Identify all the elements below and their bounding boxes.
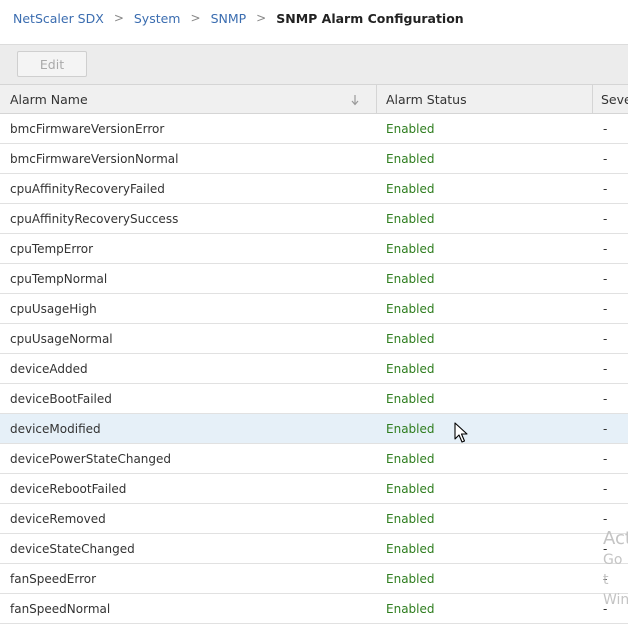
severity-cell: - <box>603 151 608 166</box>
breadcrumb-item-netscaler-sdx[interactable]: NetScaler SDX <box>13 11 104 26</box>
table-row[interactable]: deviceRebootFailed Enabled - <box>0 474 628 504</box>
table-row[interactable]: deviceAdded Enabled - <box>0 354 628 384</box>
alarm-name-cell: bmcFirmwareVersionError <box>10 121 165 136</box>
table-row[interactable]: cpuUsageNormal Enabled - <box>0 324 628 354</box>
alarm-name-cell: cpuTempNormal <box>10 271 108 286</box>
column-header-alarm-status[interactable]: Alarm Status <box>377 85 593 113</box>
sort-down-arrow-icon[interactable] <box>350 94 360 106</box>
alarm-name-cell: deviceRemoved <box>10 511 106 526</box>
severity-cell: - <box>603 361 608 376</box>
table-row[interactable]: deviceBootFailed Enabled - <box>0 384 628 414</box>
table-row[interactable]: fanSpeedError Enabled - <box>0 564 628 594</box>
alarm-name-cell: deviceStateChanged <box>10 541 135 556</box>
alarm-name-cell: deviceRebootFailed <box>10 481 127 496</box>
alarm-status-cell: Enabled <box>386 391 435 406</box>
breadcrumb-item-system[interactable]: System <box>134 11 181 26</box>
alarm-status-cell: Enabled <box>386 241 435 256</box>
alarm-name-cell: fanSpeedError <box>10 571 97 586</box>
mouse-pointer-icon <box>454 422 468 443</box>
alarm-table: Alarm Name Alarm Status Seve bmcFirmware… <box>0 84 628 624</box>
severity-cell: - <box>603 511 608 526</box>
column-header-label: Seve <box>601 91 628 107</box>
alarm-status-cell: Enabled <box>386 571 435 586</box>
column-header-alarm-name[interactable]: Alarm Name <box>0 85 377 113</box>
severity-cell: - <box>603 181 608 196</box>
alarm-name-cell: bmcFirmwareVersionNormal <box>10 151 179 166</box>
table-header: Alarm Name Alarm Status Seve <box>0 84 628 114</box>
alarm-name-cell: cpuTempError <box>10 241 94 256</box>
alarm-status-cell: Enabled <box>386 361 435 376</box>
table-row[interactable]: bmcFirmwareVersionNormal Enabled - <box>0 144 628 174</box>
table-row[interactable]: deviceRemoved Enabled - <box>0 504 628 534</box>
page-title: SNMP Alarm Configuration <box>276 10 464 26</box>
breadcrumb-separator-icon: > <box>113 11 124 25</box>
severity-cell: - <box>603 301 608 316</box>
alarm-status-cell: Enabled <box>386 601 435 616</box>
table-row[interactable]: cpuAffinityRecoverySuccess Enabled - <box>0 204 628 234</box>
severity-cell: - <box>603 481 608 496</box>
table-row[interactable]: cpuAffinityRecoveryFailed Enabled - <box>0 174 628 204</box>
alarm-name-cell: cpuAffinityRecoveryFailed <box>10 181 165 196</box>
alarm-status-cell: Enabled <box>386 511 435 526</box>
breadcrumb-item-snmp[interactable]: SNMP <box>211 11 247 26</box>
alarm-status-cell: Enabled <box>386 301 435 316</box>
severity-cell: - <box>603 241 608 256</box>
alarm-status-cell: Enabled <box>386 541 435 556</box>
column-header-label: Alarm Name <box>10 91 88 107</box>
table-body: bmcFirmwareVersionError Enabled - bmcFirmwa… <box>0 114 628 624</box>
severity-cell: - <box>603 271 608 286</box>
alarm-name-cell: cpuUsageNormal <box>10 331 113 346</box>
column-header-label: Alarm Status <box>386 91 467 107</box>
table-row[interactable]: cpuTempError Enabled - <box>0 234 628 264</box>
alarm-status-cell: Enabled <box>386 331 435 346</box>
severity-cell: - <box>603 541 608 556</box>
table-row[interactable]: deviceStateChanged Enabled - <box>0 534 628 564</box>
alarm-status-cell: Enabled <box>386 151 435 166</box>
breadcrumb: NetScaler SDX > System > SNMP > SNMP Ala… <box>0 0 628 36</box>
alarm-name-cell: fanSpeedNormal <box>10 601 111 616</box>
severity-cell: - <box>603 421 608 436</box>
alarm-name-cell: cpuAffinityRecoverySuccess <box>10 211 179 226</box>
alarm-status-cell: Enabled <box>386 121 435 136</box>
table-row[interactable]: cpuUsageHigh Enabled - <box>0 294 628 324</box>
severity-cell: - <box>603 331 608 346</box>
alarm-name-cell: cpuUsageHigh <box>10 301 97 316</box>
table-row[interactable]: cpuTempNormal Enabled - <box>0 264 628 294</box>
toolbar: Edit <box>0 44 628 84</box>
edit-button[interactable]: Edit <box>17 51 87 77</box>
alarm-status-cell: Enabled <box>386 481 435 496</box>
severity-cell: - <box>603 121 608 136</box>
severity-cell: - <box>603 211 608 226</box>
alarm-status-cell: Enabled <box>386 181 435 196</box>
alarm-name-cell: deviceModified <box>10 421 101 436</box>
alarm-status-cell: Enabled <box>386 421 435 436</box>
alarm-name-cell: deviceAdded <box>10 361 88 376</box>
breadcrumb-separator-icon: > <box>190 11 201 25</box>
table-row[interactable]: bmcFirmwareVersionError Enabled - <box>0 114 628 144</box>
severity-cell: - <box>603 571 608 586</box>
alarm-status-cell: Enabled <box>386 451 435 466</box>
table-row[interactable]: deviceModified Enabled - <box>0 414 628 444</box>
severity-cell: - <box>603 451 608 466</box>
alarm-name-cell: deviceBootFailed <box>10 391 112 406</box>
column-header-severity[interactable]: Seve <box>593 85 628 113</box>
severity-cell: - <box>603 601 608 616</box>
alarm-name-cell: devicePowerStateChanged <box>10 451 172 466</box>
table-row[interactable]: devicePowerStateChanged Enabled - <box>0 444 628 474</box>
alarm-status-cell: Enabled <box>386 211 435 226</box>
breadcrumb-separator-icon: > <box>256 11 267 25</box>
severity-cell: - <box>603 391 608 406</box>
alarm-status-cell: Enabled <box>386 271 435 286</box>
table-row[interactable]: fanSpeedNormal Enabled - <box>0 594 628 624</box>
